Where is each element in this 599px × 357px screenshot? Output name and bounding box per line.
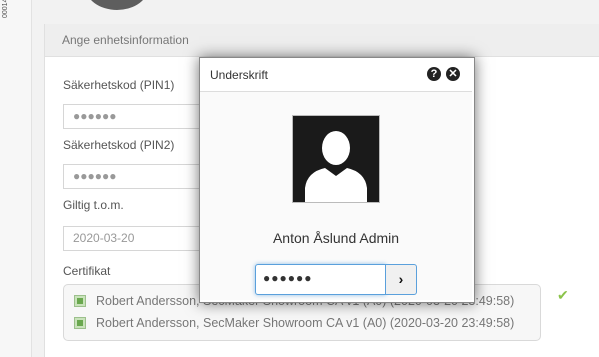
chevron-right-icon: › xyxy=(398,271,404,287)
dialog-body: Anton Åslund Admin ●●●●●● › xyxy=(200,92,472,300)
pin-value: ●●●●●● xyxy=(263,271,313,285)
help-icon[interactable]: ? xyxy=(427,67,441,81)
dialog-titlebar: Underskrift ? ✕ xyxy=(200,58,472,92)
certificate-item[interactable]: Robert Andersson, SecMaker Showroom CA v… xyxy=(74,316,514,330)
signature-dialog: Underskrift ? ✕ Anton Åslund Admin ●●●●●… xyxy=(199,57,475,303)
user-avatar xyxy=(292,115,380,203)
person-silhouette-icon xyxy=(293,116,379,202)
avatar xyxy=(85,0,149,10)
pin1-label: Säkerhetskod (PIN1) xyxy=(63,78,175,92)
side-id: 000147 xyxy=(2,0,9,18)
panel-header: Ange enhetsinformation xyxy=(45,24,599,57)
submit-button[interactable]: › xyxy=(385,264,417,295)
pin-input[interactable]: ●●●●●● xyxy=(255,264,386,295)
certificate-label: Certifikat xyxy=(63,264,111,278)
valid-until-label: Giltig t.o.m. xyxy=(63,198,124,212)
check-icon: ✔ xyxy=(557,287,569,303)
user-name: Anton Åslund Admin xyxy=(272,230,400,246)
checkbox-icon[interactable] xyxy=(74,316,86,329)
checkbox-icon[interactable] xyxy=(74,294,86,307)
pin2-label: Säkerhetskod (PIN2) xyxy=(63,138,175,152)
top-area xyxy=(32,0,599,24)
left-strip: 000147 xyxy=(0,0,32,357)
dialog-title: Underskrift xyxy=(210,68,269,82)
close-icon[interactable]: ✕ xyxy=(446,67,460,81)
certificate-text: Robert Andersson, SecMaker Showroom CA v… xyxy=(96,316,515,330)
